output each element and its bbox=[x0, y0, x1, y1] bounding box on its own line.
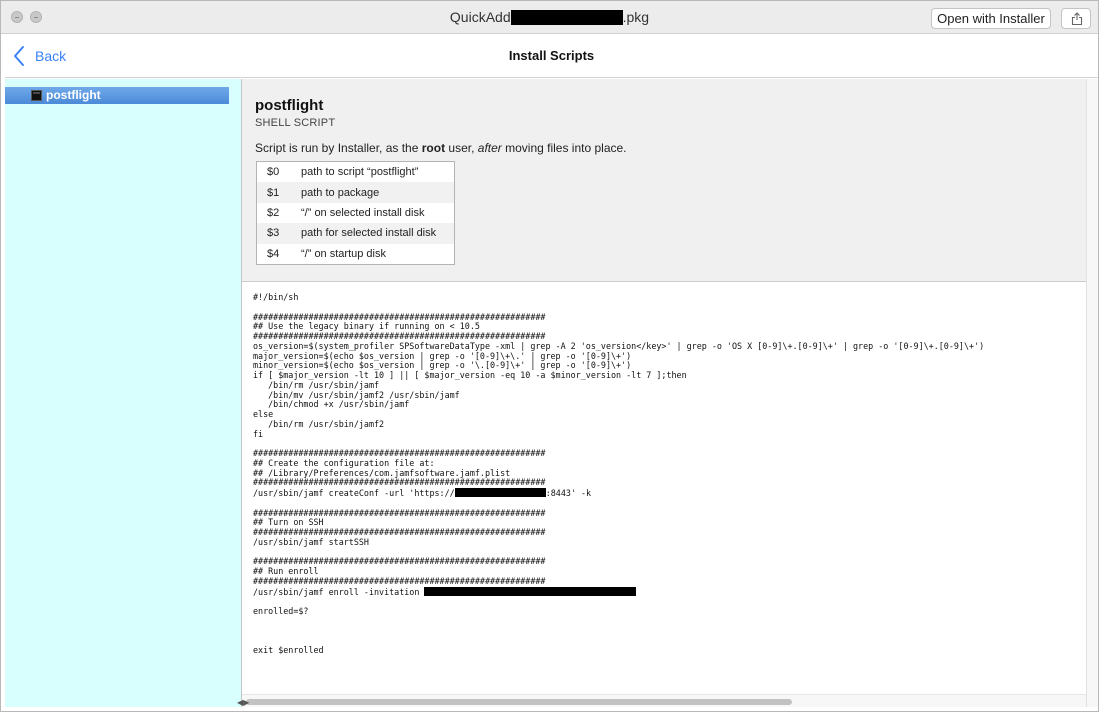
redacted-block bbox=[454, 488, 546, 497]
open-with-installer-button[interactable]: Open with Installer bbox=[931, 8, 1051, 29]
code-line: ########################################… bbox=[253, 527, 546, 537]
script-detail-pane: postflight SHELL SCRIPT Script is run by… bbox=[242, 79, 1098, 707]
desc-italic: after bbox=[477, 141, 502, 155]
table-row: $1 path to package bbox=[257, 182, 454, 203]
table-row: $3 path for selected install disk bbox=[257, 223, 454, 244]
page-title: Install Scripts bbox=[508, 48, 595, 63]
code-text: :8443' -k bbox=[545, 488, 592, 498]
code-line: ​ bbox=[253, 636, 1083, 646]
script-info-panel: postflight SHELL SCRIPT Script is run by… bbox=[242, 79, 1086, 282]
arg-variable: $3 bbox=[267, 227, 280, 240]
code-line: ########################################… bbox=[253, 477, 546, 488]
desc-bold: root bbox=[421, 141, 446, 155]
redacted-block bbox=[424, 586, 637, 596]
code-line: ########################################… bbox=[253, 507, 546, 518]
script-kind: SHELL SCRIPT bbox=[255, 117, 336, 129]
horizontal-scrollbar[interactable] bbox=[242, 694, 1086, 707]
code-line: #!/bin/sh bbox=[253, 292, 299, 302]
scripts-sidebar: postflight bbox=[5, 79, 242, 707]
desc-text: moving files into place. bbox=[501, 141, 627, 155]
arguments-table: $0 path to script “postflight” $1 path to … bbox=[256, 161, 455, 265]
code-line: /usr/sbin/jamf startSSH bbox=[253, 536, 369, 547]
installer-window: QuickAdd .pkg Open with Installer Back In… bbox=[0, 0, 1099, 712]
code-line: /bin/rm /usr/sbin/jamf2 bbox=[253, 418, 385, 429]
code-line: /bin/chmod +x /usr/sbin/jamf bbox=[253, 399, 410, 410]
code-line: ​ bbox=[253, 597, 1083, 607]
arg-variable: $4 bbox=[267, 247, 280, 260]
desc-text: Script is run by Installer, as the bbox=[255, 141, 422, 155]
code-line: ########################################… bbox=[253, 575, 546, 586]
table-row: $2 “/” on selected install disk bbox=[257, 203, 454, 223]
arg-description: path to script “postflight” bbox=[301, 166, 419, 179]
arg-variable: $2 bbox=[267, 206, 280, 219]
code-line: exit $enrolled bbox=[253, 645, 324, 655]
table-row: $4 “/” on startup disk bbox=[257, 244, 454, 264]
arg-description: “/” on selected install disk bbox=[301, 206, 425, 219]
desc-text: user, bbox=[445, 141, 478, 155]
arg-description: path to package bbox=[301, 186, 380, 199]
script-name: postflight bbox=[255, 97, 324, 114]
terminal-icon bbox=[31, 90, 42, 101]
code-line: /usr/sbin/jamf createConf -url 'https://… bbox=[253, 488, 1083, 499]
script-description: Script is run by Installer, as the root … bbox=[255, 141, 627, 155]
window-title-suffix: .pkg bbox=[622, 9, 650, 25]
arg-description: path for selected install disk bbox=[301, 227, 437, 240]
script-source[interactable]: #!/bin/sh ​ ##############################… bbox=[253, 292, 1083, 656]
vertical-scrollbar[interactable] bbox=[1086, 79, 1098, 707]
code-line: enrolled=$? bbox=[253, 606, 309, 616]
sidebar-item-label: postflight bbox=[46, 88, 101, 102]
window-title-prefix: QuickAdd bbox=[449, 9, 511, 25]
table-row: $0 path to script “postflight” bbox=[257, 162, 454, 182]
code-line: ​ bbox=[253, 617, 1083, 627]
arg-variable: $1 bbox=[267, 186, 280, 199]
arg-variable: $0 bbox=[267, 166, 280, 179]
code-line: ​ bbox=[253, 627, 1083, 637]
code-line: /usr/sbin/jamf enroll -invitation bbox=[253, 586, 1083, 598]
code-text: /usr/sbin/jamf createConf -url 'https:// bbox=[253, 488, 455, 498]
redacted-block bbox=[510, 9, 623, 25]
code-text: /usr/sbin/jamf enroll -invitation bbox=[253, 586, 425, 597]
code-line: ########################################… bbox=[253, 556, 546, 567]
share-icon bbox=[1071, 12, 1083, 26]
share-button[interactable] bbox=[1061, 8, 1091, 29]
split-resize-handle[interactable]: ◀▶ bbox=[237, 698, 249, 708]
navigation-bar: Back Install Scripts bbox=[5, 34, 1098, 78]
scroll-thumb[interactable] bbox=[246, 699, 792, 705]
code-line: fi bbox=[253, 428, 264, 439]
sidebar-item-postflight[interactable]: postflight bbox=[5, 87, 229, 104]
title-bar: QuickAdd .pkg Open with Installer bbox=[1, 1, 1098, 34]
arg-description: “/” on startup disk bbox=[301, 247, 386, 260]
